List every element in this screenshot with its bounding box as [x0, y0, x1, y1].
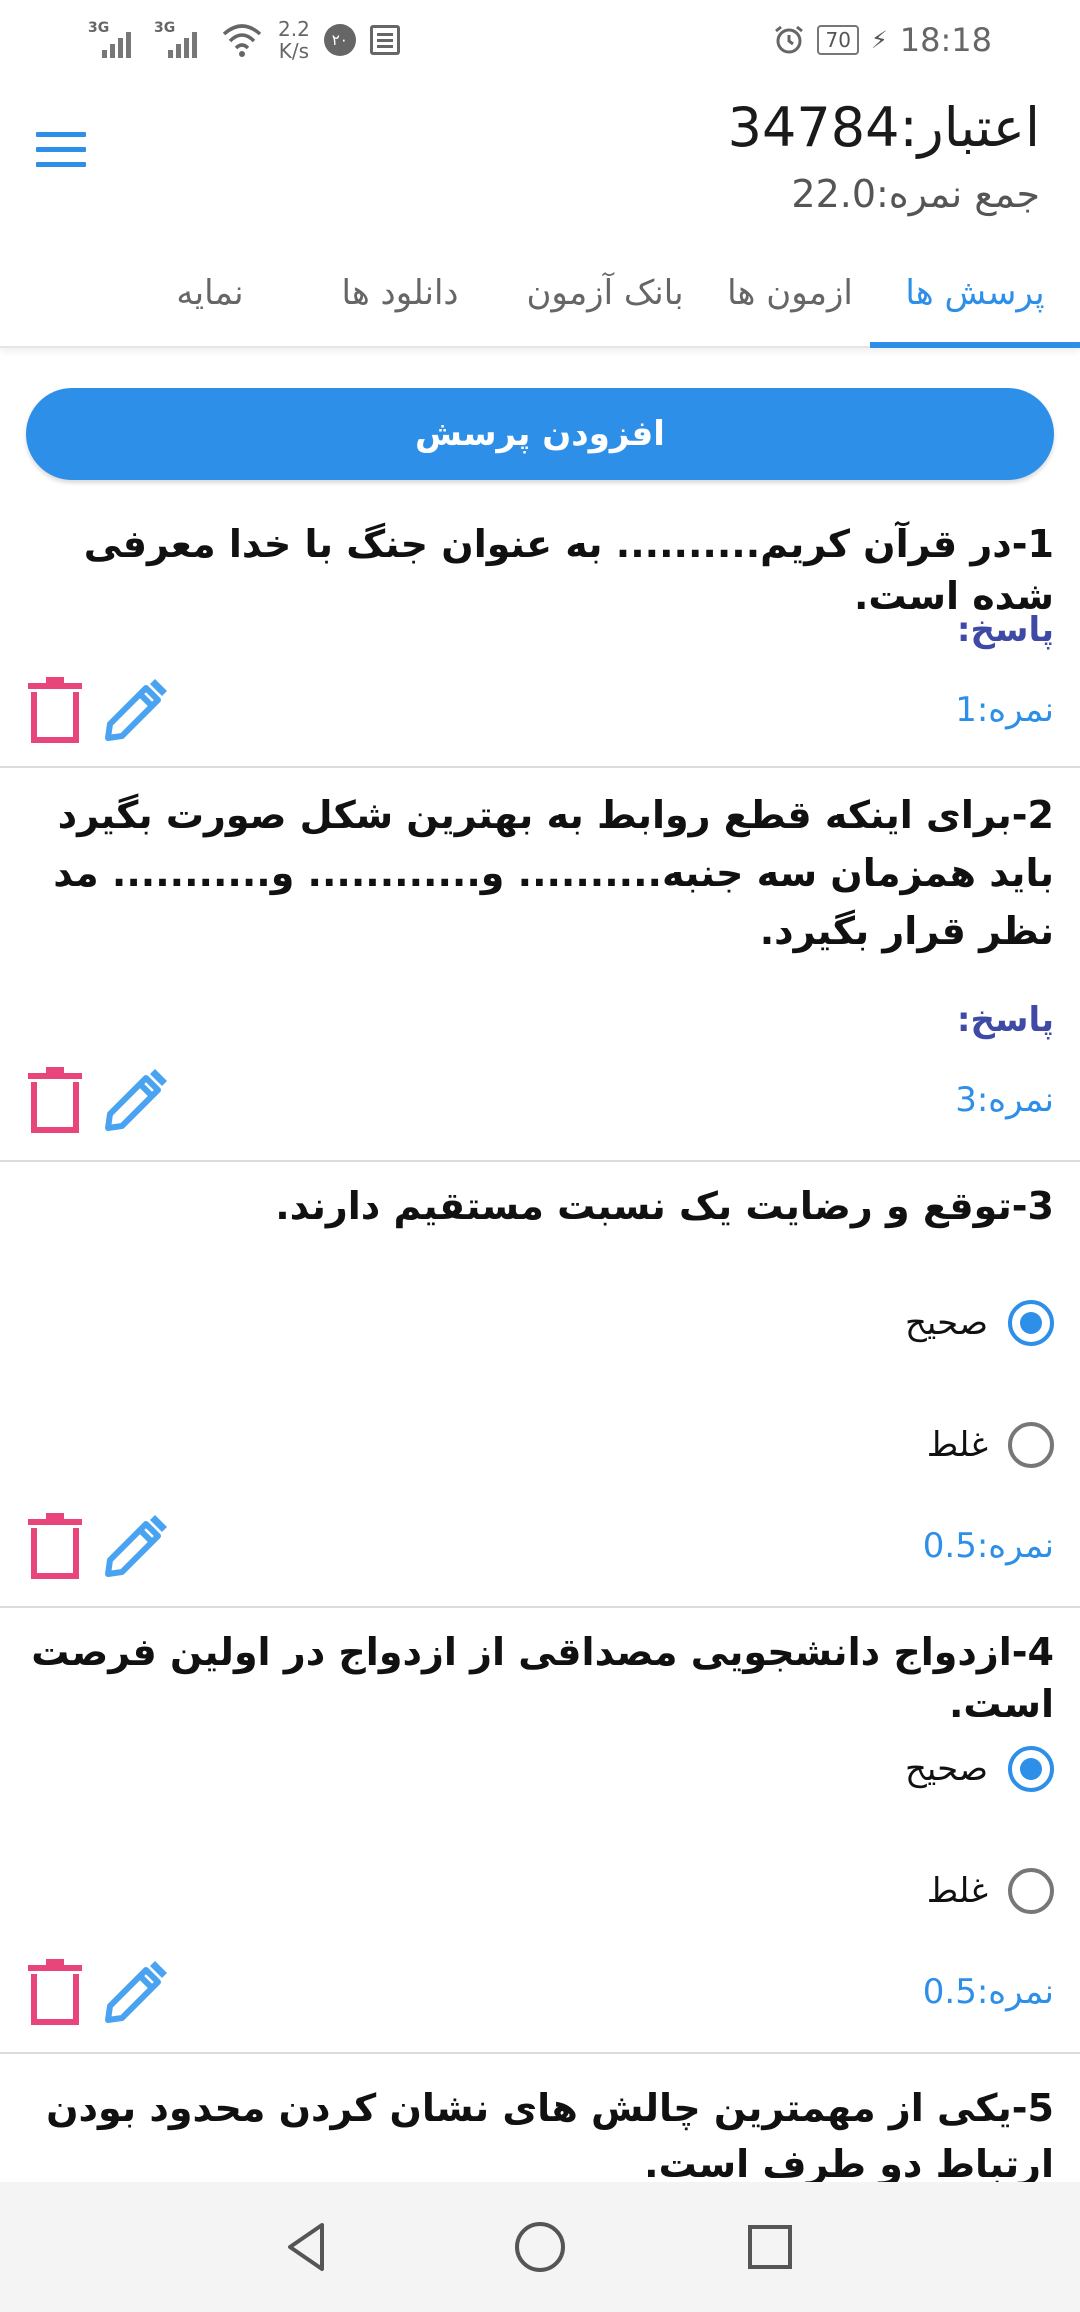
option-false[interactable]: غلط	[927, 1422, 1054, 1468]
status-right: 70 ⚡ 18:18	[773, 14, 992, 66]
add-question-button[interactable]: افزودن پرسش	[26, 388, 1054, 480]
edit-icon[interactable]	[100, 1958, 170, 2028]
question-card: 2-برای اینکه قطع روابط به بهترین شکل صور…	[0, 766, 1080, 1162]
network-speed: 2.2 K/s	[278, 18, 310, 62]
total-score: جمع نمره:22.0	[791, 172, 1040, 216]
question-text: 2-برای اینکه قطع روابط به بهترین شکل صور…	[53, 793, 1054, 953]
option-label: غلط	[926, 1871, 988, 1911]
status-bar: 3G 3G 2.2 K/s ۲۰ 70 ⚡ 18:18	[0, 0, 1080, 80]
option-true[interactable]: صحیح	[905, 1300, 1054, 1346]
signal-icon: 3G	[88, 20, 140, 60]
question-text: 4-ازدواج دانشجویی مصداقی از ازدواج در او…	[31, 1630, 1054, 1726]
tab-exams[interactable]: ازمون ها	[710, 240, 870, 346]
score-label: نمره:1	[955, 690, 1054, 730]
delete-icon[interactable]	[24, 676, 86, 746]
score-label: نمره:0.5	[922, 1972, 1054, 2012]
wifi-icon	[222, 24, 262, 57]
option-label: صحیح	[904, 1749, 988, 1789]
radio-button[interactable]	[1008, 1422, 1054, 1468]
speed-value: 2.2	[278, 17, 310, 41]
score-label: نمره:0.5	[922, 1526, 1054, 1566]
question-text: 3-توقع و رضایت یک نسبت مستقیم دارند.	[275, 1184, 1054, 1228]
home-icon[interactable]	[510, 2217, 570, 2277]
answer-label: پاسخ:	[956, 610, 1054, 650]
speed-unit: K/s	[278, 39, 310, 63]
option-true[interactable]: صحیح	[905, 1746, 1054, 1792]
status-left: 3G 3G 2.2 K/s ۲۰	[88, 14, 400, 66]
question-card: 3-توقع و رضایت یک نسبت مستقیم دارند. صحی…	[0, 1160, 1080, 1608]
edit-icon[interactable]	[100, 676, 170, 746]
signal-icon: 3G	[154, 20, 206, 60]
credit-balance: اعتبار:34784	[727, 96, 1040, 159]
question-card: 5-یکی از مهمترین چالش های نشان کردن محدو…	[0, 2052, 1080, 2186]
system-nav-bar	[0, 2182, 1080, 2312]
answer-label: پاسخ:	[956, 1000, 1054, 1040]
notification-badge: ۲۰	[323, 24, 356, 56]
tab-profile[interactable]: نمایه	[120, 240, 300, 346]
option-label: غلط	[926, 1425, 988, 1465]
edit-icon[interactable]	[100, 1512, 170, 1582]
news-icon	[369, 25, 400, 55]
delete-icon[interactable]	[24, 1066, 86, 1136]
recents-icon[interactable]	[740, 2217, 800, 2277]
option-false[interactable]: غلط	[927, 1868, 1054, 1914]
edit-icon[interactable]	[100, 1066, 170, 1136]
radio-button[interactable]	[1008, 1868, 1054, 1914]
radio-button[interactable]	[1008, 1300, 1054, 1346]
question-text: 1-در قرآن کریم.......... به عنوان جنگ با…	[83, 522, 1054, 618]
tab-downloads[interactable]: دانلود ها	[300, 240, 500, 346]
battery-level: 70	[817, 25, 859, 55]
radio-button[interactable]	[1008, 1746, 1054, 1792]
question-card: 4-ازدواج دانشجویی مصداقی از ازدواج در او…	[0, 1606, 1080, 2054]
tab-questions[interactable]: پرسش ها	[870, 240, 1080, 348]
tab-exam-bank[interactable]: بانک آزمون	[500, 240, 710, 346]
delete-icon[interactable]	[24, 1958, 86, 2028]
delete-icon[interactable]	[24, 1512, 86, 1582]
alarm-icon	[775, 25, 804, 54]
score-label: نمره:3	[955, 1080, 1054, 1120]
question-text: 5-یکی از مهمترین چالش های نشان کردن محدو…	[46, 2086, 1054, 2186]
charging-icon: ⚡	[870, 26, 888, 54]
clock: 18:18	[899, 21, 992, 59]
question-card: 1-در قرآن کریم.......... به عنوان جنگ با…	[0, 500, 1080, 768]
tab-bar: پرسش ها ازمون ها بانک آزمون دانلود ها نم…	[0, 240, 1080, 348]
option-label: صحیح	[904, 1303, 988, 1343]
menu-icon[interactable]	[36, 132, 86, 170]
back-icon[interactable]	[278, 2217, 338, 2277]
